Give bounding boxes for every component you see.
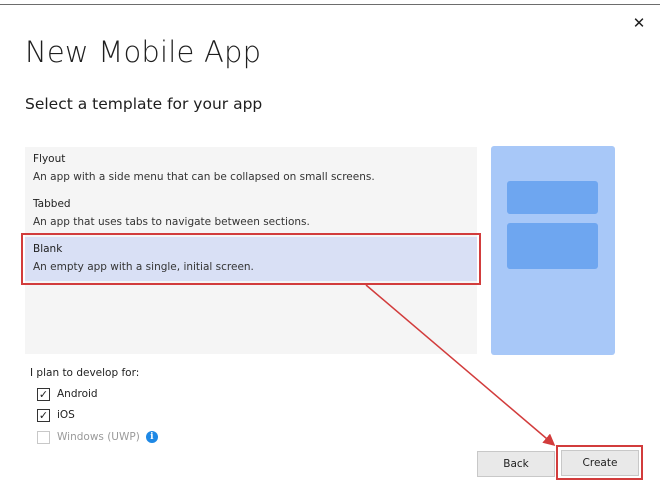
ios-checkbox[interactable]: ✓ bbox=[37, 408, 50, 422]
checkmark-icon: ✓ bbox=[38, 408, 49, 422]
template-description: An empty app with a single, initial scre… bbox=[33, 261, 254, 273]
window-top-border bbox=[0, 4, 660, 5]
template-item-tabbed[interactable]: Tabbed An app that uses tabs to navigate… bbox=[25, 192, 477, 236]
template-description: An app with a side menu that can be coll… bbox=[33, 171, 375, 183]
template-prompt: Select a template for your app bbox=[25, 95, 263, 113]
platform-windows-label: Windows (UWP) bbox=[57, 431, 140, 443]
platform-ios-label: iOS bbox=[57, 409, 75, 421]
template-preview bbox=[491, 146, 615, 355]
platform-android[interactable]: ✓ Android bbox=[37, 385, 98, 403]
preview-content-block bbox=[507, 223, 598, 269]
create-button[interactable]: Create bbox=[561, 450, 639, 476]
close-icon[interactable]: ✕ bbox=[629, 13, 649, 33]
template-list: Flyout An app with a side menu that can … bbox=[25, 147, 477, 354]
template-description: An app that uses tabs to navigate betwee… bbox=[33, 216, 310, 228]
preview-header-block bbox=[507, 181, 598, 214]
info-icon[interactable]: i bbox=[145, 431, 158, 443]
platform-android-label: Android bbox=[57, 388, 98, 400]
template-item-blank[interactable]: Blank An empty app with a single, initia… bbox=[25, 237, 477, 281]
template-name: Blank bbox=[33, 243, 63, 255]
checkmark-icon: ✓ bbox=[38, 387, 49, 401]
back-button[interactable]: Back bbox=[477, 451, 555, 477]
dialog-title: New Mobile App bbox=[25, 35, 262, 69]
platform-label: I plan to develop for: bbox=[30, 367, 140, 379]
template-name: Flyout bbox=[33, 153, 66, 165]
windows-checkbox bbox=[37, 430, 50, 444]
android-checkbox[interactable]: ✓ bbox=[37, 387, 50, 401]
platform-windows: Windows (UWP) i bbox=[37, 428, 158, 446]
platform-ios[interactable]: ✓ iOS bbox=[37, 406, 75, 424]
template-name: Tabbed bbox=[33, 198, 71, 210]
template-item-flyout[interactable]: Flyout An app with a side menu that can … bbox=[25, 147, 477, 191]
